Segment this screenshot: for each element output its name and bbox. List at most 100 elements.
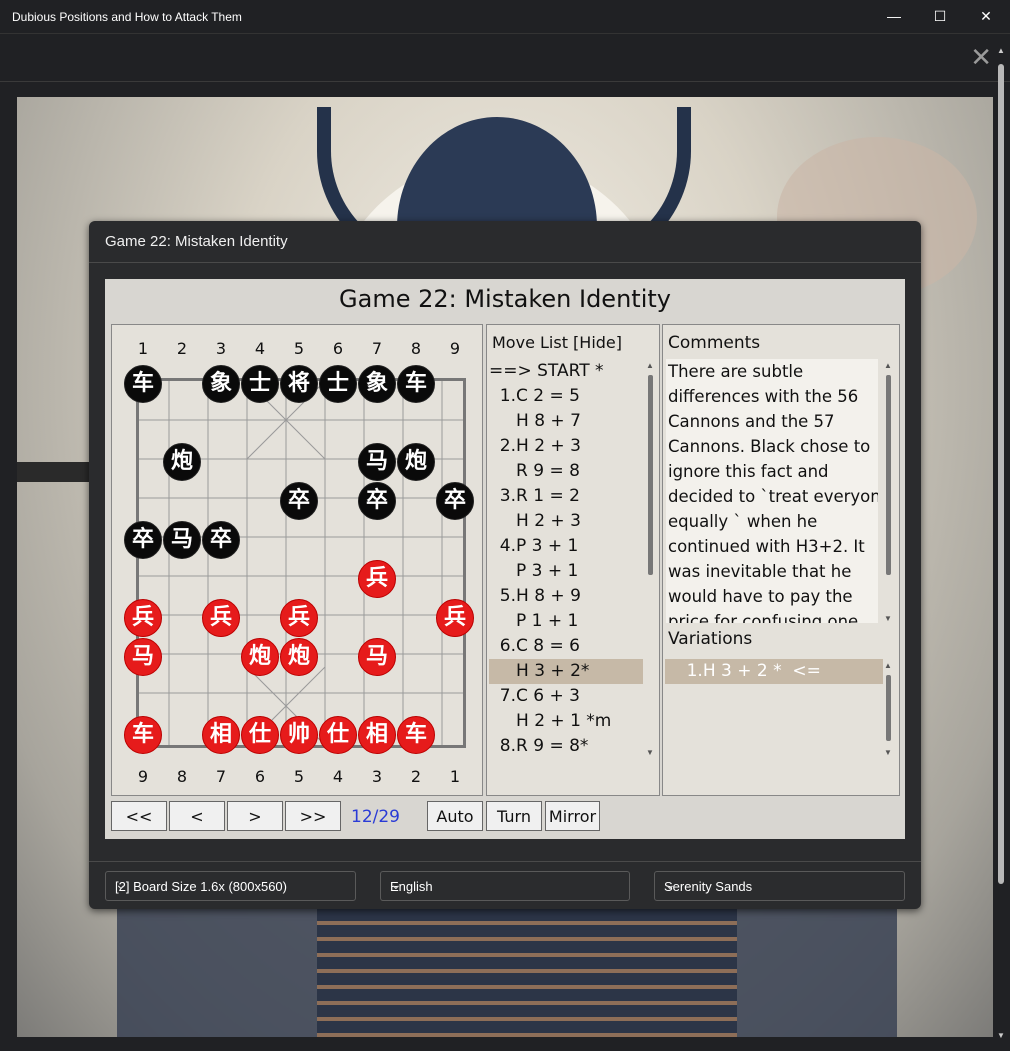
piece-red[interactable]: 兵 bbox=[202, 599, 240, 637]
mirror-button[interactable]: Mirror bbox=[545, 801, 600, 831]
piece-black[interactable]: 马 bbox=[358, 443, 396, 481]
piece-black[interactable]: 车 bbox=[397, 365, 435, 403]
title-bar: Dubious Positions and How to Attack Them… bbox=[0, 0, 1010, 33]
comment-line: was inevitable that he bbox=[668, 562, 852, 581]
piece-black[interactable]: 炮 bbox=[163, 443, 201, 481]
piece-black[interactable]: 马 bbox=[163, 521, 201, 559]
language-select[interactable]: English ⌄ bbox=[380, 871, 630, 901]
piece-black[interactable]: 卒 bbox=[358, 482, 396, 520]
move-list-header[interactable]: Move List [Hide] bbox=[492, 333, 622, 352]
piece-red[interactable]: 相 bbox=[358, 716, 396, 754]
piece-black[interactable]: 卒 bbox=[280, 482, 318, 520]
move-list-scrollbar[interactable]: ▲ ▼ bbox=[645, 361, 657, 757]
piece-red[interactable]: 仕 bbox=[241, 716, 279, 754]
first-move-button[interactable]: << bbox=[111, 801, 167, 831]
scroll-up-icon[interactable]: ▲ bbox=[884, 361, 892, 370]
piece-red[interactable]: 车 bbox=[397, 716, 435, 754]
scroll-down-icon[interactable]: ▼ bbox=[884, 748, 892, 757]
piece-black[interactable]: 象 bbox=[202, 365, 240, 403]
move-row[interactable]: 5.H 8 + 9 bbox=[489, 584, 643, 609]
move-row[interactable]: P 1 + 1 bbox=[489, 609, 643, 634]
scrollbar-thumb[interactable] bbox=[648, 375, 653, 575]
piece-black[interactable]: 士 bbox=[319, 365, 357, 403]
game-panel: Game 22: Mistaken Identity 1 2 3 4 5 6 7… bbox=[105, 279, 905, 839]
move-row[interactable]: R 9 = 8 bbox=[489, 459, 643, 484]
xiangqi-board[interactable] bbox=[136, 378, 466, 748]
scrollbar-thumb[interactable] bbox=[998, 64, 1004, 884]
prev-move-button[interactable]: < bbox=[169, 801, 225, 831]
turn-button[interactable]: Turn bbox=[486, 801, 542, 831]
board-size-select[interactable]: [2] Board Size 1.6x (800x560) ⌄ bbox=[105, 871, 356, 901]
comment-line: differences with the 56 bbox=[668, 387, 859, 406]
next-move-button[interactable]: > bbox=[227, 801, 283, 831]
theme-select[interactable]: Serenity Sands ⌄ bbox=[654, 871, 905, 901]
file-label: 2 bbox=[176, 339, 188, 358]
move-row[interactable]: H 2 + 3 bbox=[489, 509, 643, 534]
scroll-up-icon[interactable]: ▲ bbox=[646, 361, 654, 370]
piece-red[interactable]: 兵 bbox=[280, 599, 318, 637]
page-scrollbar[interactable]: ▲ ▼ bbox=[996, 40, 1008, 1046]
piece-black[interactable]: 士 bbox=[241, 365, 279, 403]
auto-button[interactable]: Auto bbox=[427, 801, 483, 831]
move-row[interactable]: H 3 + 2* bbox=[489, 659, 643, 684]
piece-red[interactable]: 兵 bbox=[436, 599, 474, 637]
piece-red[interactable]: 兵 bbox=[358, 560, 396, 598]
piece-red[interactable]: 仕 bbox=[319, 716, 357, 754]
move-row[interactable]: 3.R 1 = 2 bbox=[489, 484, 643, 509]
move-row[interactable]: 7.C 6 + 3 bbox=[489, 684, 643, 709]
piece-red[interactable]: 炮 bbox=[280, 638, 318, 676]
move-row[interactable]: 6.C 8 = 6 bbox=[489, 634, 643, 659]
move-row[interactable]: H 2 + 1 *m bbox=[489, 709, 643, 734]
piece-black[interactable]: 车 bbox=[124, 365, 162, 403]
scroll-down-icon[interactable]: ▼ bbox=[884, 614, 892, 623]
chevron-down-icon: ⌄ bbox=[115, 876, 127, 892]
comment-line: decided to `treat everyone bbox=[668, 487, 878, 506]
scroll-up-icon[interactable]: ▲ bbox=[884, 661, 892, 670]
piece-black[interactable]: 卒 bbox=[436, 482, 474, 520]
piece-red[interactable]: 马 bbox=[358, 638, 396, 676]
close-window-button[interactable]: ✕ bbox=[963, 0, 1009, 33]
variation-row[interactable]: 1.H 3 + 2 * <= bbox=[665, 659, 883, 684]
file-label: 8 bbox=[176, 767, 188, 786]
file-label: 4 bbox=[332, 767, 344, 786]
scrollbar-thumb[interactable] bbox=[886, 675, 891, 741]
last-move-button[interactable]: >> bbox=[285, 801, 341, 831]
file-label: 7 bbox=[215, 767, 227, 786]
scroll-down-icon[interactable]: ▼ bbox=[646, 748, 654, 757]
variations-scrollbar[interactable]: ▲ ▼ bbox=[883, 661, 895, 757]
comments-panel: Comments There are subtle differences wit… bbox=[662, 324, 900, 796]
file-label: 5 bbox=[293, 767, 305, 786]
move-row[interactable]: P 3 + 1 bbox=[489, 559, 643, 584]
close-icon[interactable]: ✕ bbox=[970, 44, 992, 70]
piece-black[interactable]: 象 bbox=[358, 365, 396, 403]
move-row[interactable]: 8.R 9 = 8* bbox=[489, 734, 643, 759]
piece-black[interactable]: 将 bbox=[280, 365, 318, 403]
piece-black[interactable]: 卒 bbox=[202, 521, 240, 559]
piece-red[interactable]: 马 bbox=[124, 638, 162, 676]
piece-red[interactable]: 炮 bbox=[241, 638, 279, 676]
move-row[interactable]: 2.H 2 + 3 bbox=[489, 434, 643, 459]
move-row[interactable]: ==> START * bbox=[489, 359, 643, 384]
comment-line: continued with H3+2. It bbox=[668, 537, 865, 556]
sword-hilt bbox=[17, 462, 97, 482]
piece-red[interactable]: 兵 bbox=[124, 599, 162, 637]
window-title: Dubious Positions and How to Attack Them bbox=[12, 10, 242, 24]
variations-header: Variations bbox=[668, 629, 753, 649]
maximize-button[interactable]: ☐ bbox=[917, 0, 963, 33]
piece-red[interactable]: 车 bbox=[124, 716, 162, 754]
scroll-down-icon[interactable]: ▼ bbox=[997, 1031, 1005, 1040]
piece-red[interactable]: 相 bbox=[202, 716, 240, 754]
piece-red[interactable]: 帅 bbox=[280, 716, 318, 754]
piece-black[interactable]: 炮 bbox=[397, 443, 435, 481]
move-row[interactable]: 1.C 2 = 5 bbox=[489, 384, 643, 409]
minimize-button[interactable]: — bbox=[871, 0, 917, 33]
scrollbar-thumb[interactable] bbox=[886, 375, 891, 575]
scroll-up-icon[interactable]: ▲ bbox=[997, 46, 1005, 55]
move-row[interactable]: H 8 + 7 bbox=[489, 409, 643, 434]
piece-black[interactable]: 卒 bbox=[124, 521, 162, 559]
comments-scrollbar[interactable]: ▲ ▼ bbox=[883, 361, 895, 623]
comment-line: Cannons and the 57 bbox=[668, 412, 835, 431]
comment-line: ignore this fact and bbox=[668, 462, 829, 481]
game-dialog: Game 22: Mistaken Identity Game 22: Mist… bbox=[89, 221, 921, 909]
move-row[interactable]: 4.P 3 + 1 bbox=[489, 534, 643, 559]
